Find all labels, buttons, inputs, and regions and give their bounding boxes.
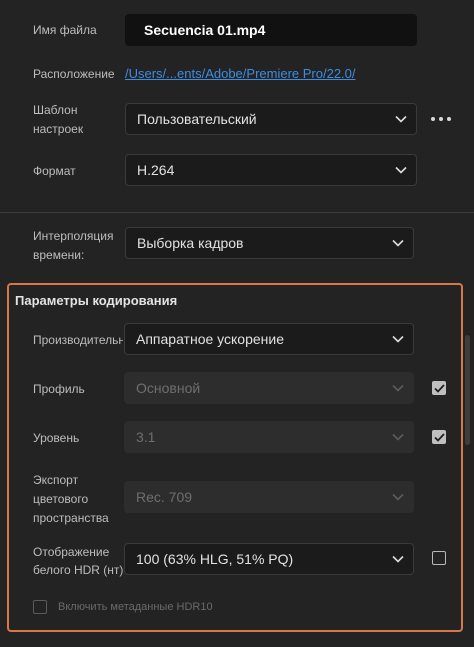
- chevron-down-icon: [383, 228, 413, 258]
- color-space-label-line1: Экспорт: [33, 473, 79, 487]
- location-link[interactable]: /Users/...ents/Adobe/Premiere Pro/22.0/: [125, 66, 356, 81]
- hdr-white-dropdown[interactable]: 100 (63% HLG, 51% PQ): [124, 543, 414, 575]
- chevron-down-icon: [383, 324, 413, 354]
- scrollbar-thumb[interactable]: [465, 335, 470, 445]
- profile-checkbox[interactable]: [432, 381, 446, 395]
- check-icon: [433, 432, 445, 442]
- hdr-white-label-line1: Отображение: [33, 545, 110, 559]
- interpolation-label-line2: времени:: [33, 248, 85, 262]
- interpolation-label-line1: Интерполяция: [33, 229, 114, 243]
- chevron-down-icon: [386, 155, 416, 185]
- chevron-down-icon: [383, 482, 413, 512]
- level-value: 3.1: [136, 429, 156, 445]
- level-label: Уровень: [33, 431, 80, 445]
- color-space-label-line2: цветового: [33, 492, 89, 506]
- file-name-input[interactable]: Secuencia 01.mp4: [125, 14, 417, 46]
- profile-dropdown: Основной: [124, 372, 414, 404]
- hdr10-metadata-checkbox: [33, 600, 47, 614]
- hdr-white-label-line2: белого HDR (нт): [33, 563, 124, 577]
- color-space-value: Rec. 709: [136, 489, 193, 505]
- interpolation-dropdown[interactable]: Выборка кадров: [125, 227, 414, 259]
- file-name-value: Secuencia 01.mp4: [144, 22, 266, 38]
- check-icon: [433, 383, 445, 393]
- performance-dropdown[interactable]: Аппаратное ускорение: [124, 323, 414, 355]
- chevron-down-icon: [383, 373, 413, 403]
- more-horizontal-icon[interactable]: [431, 115, 451, 123]
- chevron-down-icon: [383, 544, 413, 574]
- hdr-white-value: 100 (63% HLG, 51% PQ): [136, 551, 294, 567]
- performance-label: Производительность: [33, 333, 123, 347]
- chevron-down-icon: [386, 104, 416, 134]
- hdr10-metadata-label: Включить метаданные HDR10: [58, 601, 213, 613]
- file-name-label: Имя файла: [33, 23, 97, 37]
- preset-label-line2: настроек: [33, 122, 84, 136]
- level-dropdown: 3.1: [124, 421, 414, 453]
- profile-label: Профиль: [33, 382, 85, 396]
- level-checkbox[interactable]: [432, 430, 446, 444]
- section-divider: [0, 212, 474, 213]
- performance-value: Аппаратное ускорение: [136, 331, 284, 347]
- format-value: H.264: [137, 162, 175, 178]
- preset-value: Пользовательский: [137, 111, 257, 127]
- color-space-label-line3: пространства: [33, 511, 109, 525]
- format-label: Формат: [33, 164, 76, 178]
- preset-dropdown[interactable]: Пользовательский: [125, 103, 417, 135]
- encoding-section-title: Параметры кодирования: [15, 293, 178, 308]
- profile-value: Основной: [136, 380, 201, 396]
- interpolation-value: Выборка кадров: [137, 235, 244, 251]
- chevron-down-icon: [383, 422, 413, 452]
- export-settings-panel: Имя файла Secuencia 01.mp4 Расположение …: [0, 0, 474, 647]
- location-label: Расположение: [33, 67, 115, 81]
- color-space-dropdown: Rec. 709: [124, 481, 414, 513]
- preset-label-line1: Шаблон: [33, 103, 78, 117]
- format-dropdown[interactable]: H.264: [125, 154, 417, 186]
- hdr-white-checkbox[interactable]: [432, 551, 446, 565]
